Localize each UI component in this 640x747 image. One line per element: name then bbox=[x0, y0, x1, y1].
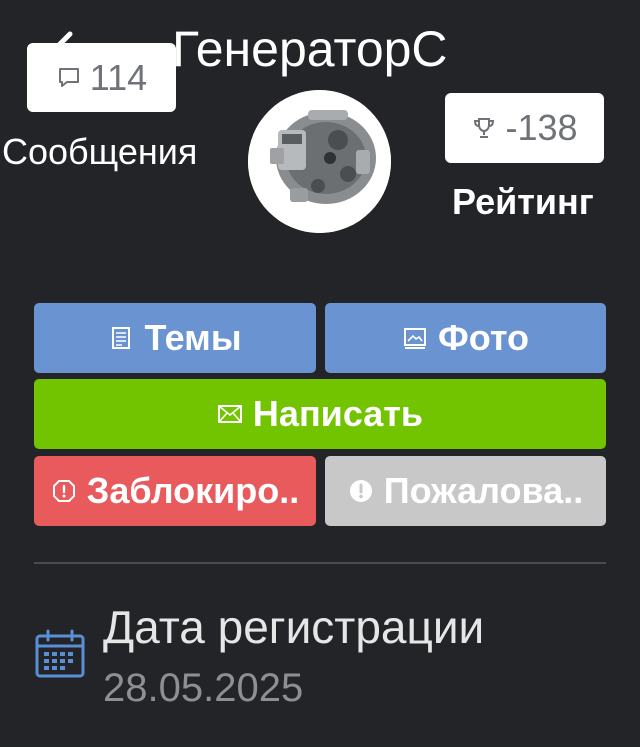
topics-button-label: Темы bbox=[144, 317, 242, 358]
report-user-button-label: Пожалова.. bbox=[383, 470, 584, 511]
trophy-icon bbox=[474, 118, 495, 138]
messages-label: Сообщения bbox=[2, 131, 198, 172]
messages-count: 114 bbox=[89, 56, 148, 98]
alternator-image bbox=[248, 90, 391, 233]
registration-date-value: 28.05.2025 bbox=[103, 666, 304, 710]
speech-bubble-icon bbox=[58, 67, 79, 87]
document-icon bbox=[112, 327, 131, 349]
rating-badge[interactable]: -138 bbox=[445, 93, 604, 163]
rating-label: Рейтинг bbox=[452, 181, 594, 222]
stop-alert-icon bbox=[52, 480, 75, 502]
block-user-button[interactable]: Заблокиро.. bbox=[34, 456, 316, 526]
exclamation-circle-icon bbox=[349, 480, 372, 502]
section-divider bbox=[34, 562, 606, 564]
calendar-icon bbox=[35, 629, 85, 678]
messages-count-badge[interactable]: 114 bbox=[27, 43, 176, 112]
block-user-button-label: Заблокиро.. bbox=[86, 470, 300, 511]
registration-date-title: Дата регистрации bbox=[103, 601, 485, 653]
topics-button[interactable]: Темы bbox=[34, 303, 316, 373]
rating-count: -138 bbox=[505, 107, 578, 148]
write-message-button[interactable]: Написать bbox=[34, 379, 606, 449]
envelope-icon bbox=[217, 405, 242, 423]
photos-button[interactable]: Фото bbox=[325, 303, 606, 373]
report-user-button[interactable]: Пожалова.. bbox=[325, 456, 606, 526]
profile-avatar[interactable] bbox=[248, 90, 391, 233]
write-message-button-label: Написать bbox=[252, 393, 424, 434]
photo-icon bbox=[404, 328, 427, 349]
profile-username: ГенераторС bbox=[172, 21, 448, 77]
photos-button-label: Фото bbox=[438, 317, 529, 358]
